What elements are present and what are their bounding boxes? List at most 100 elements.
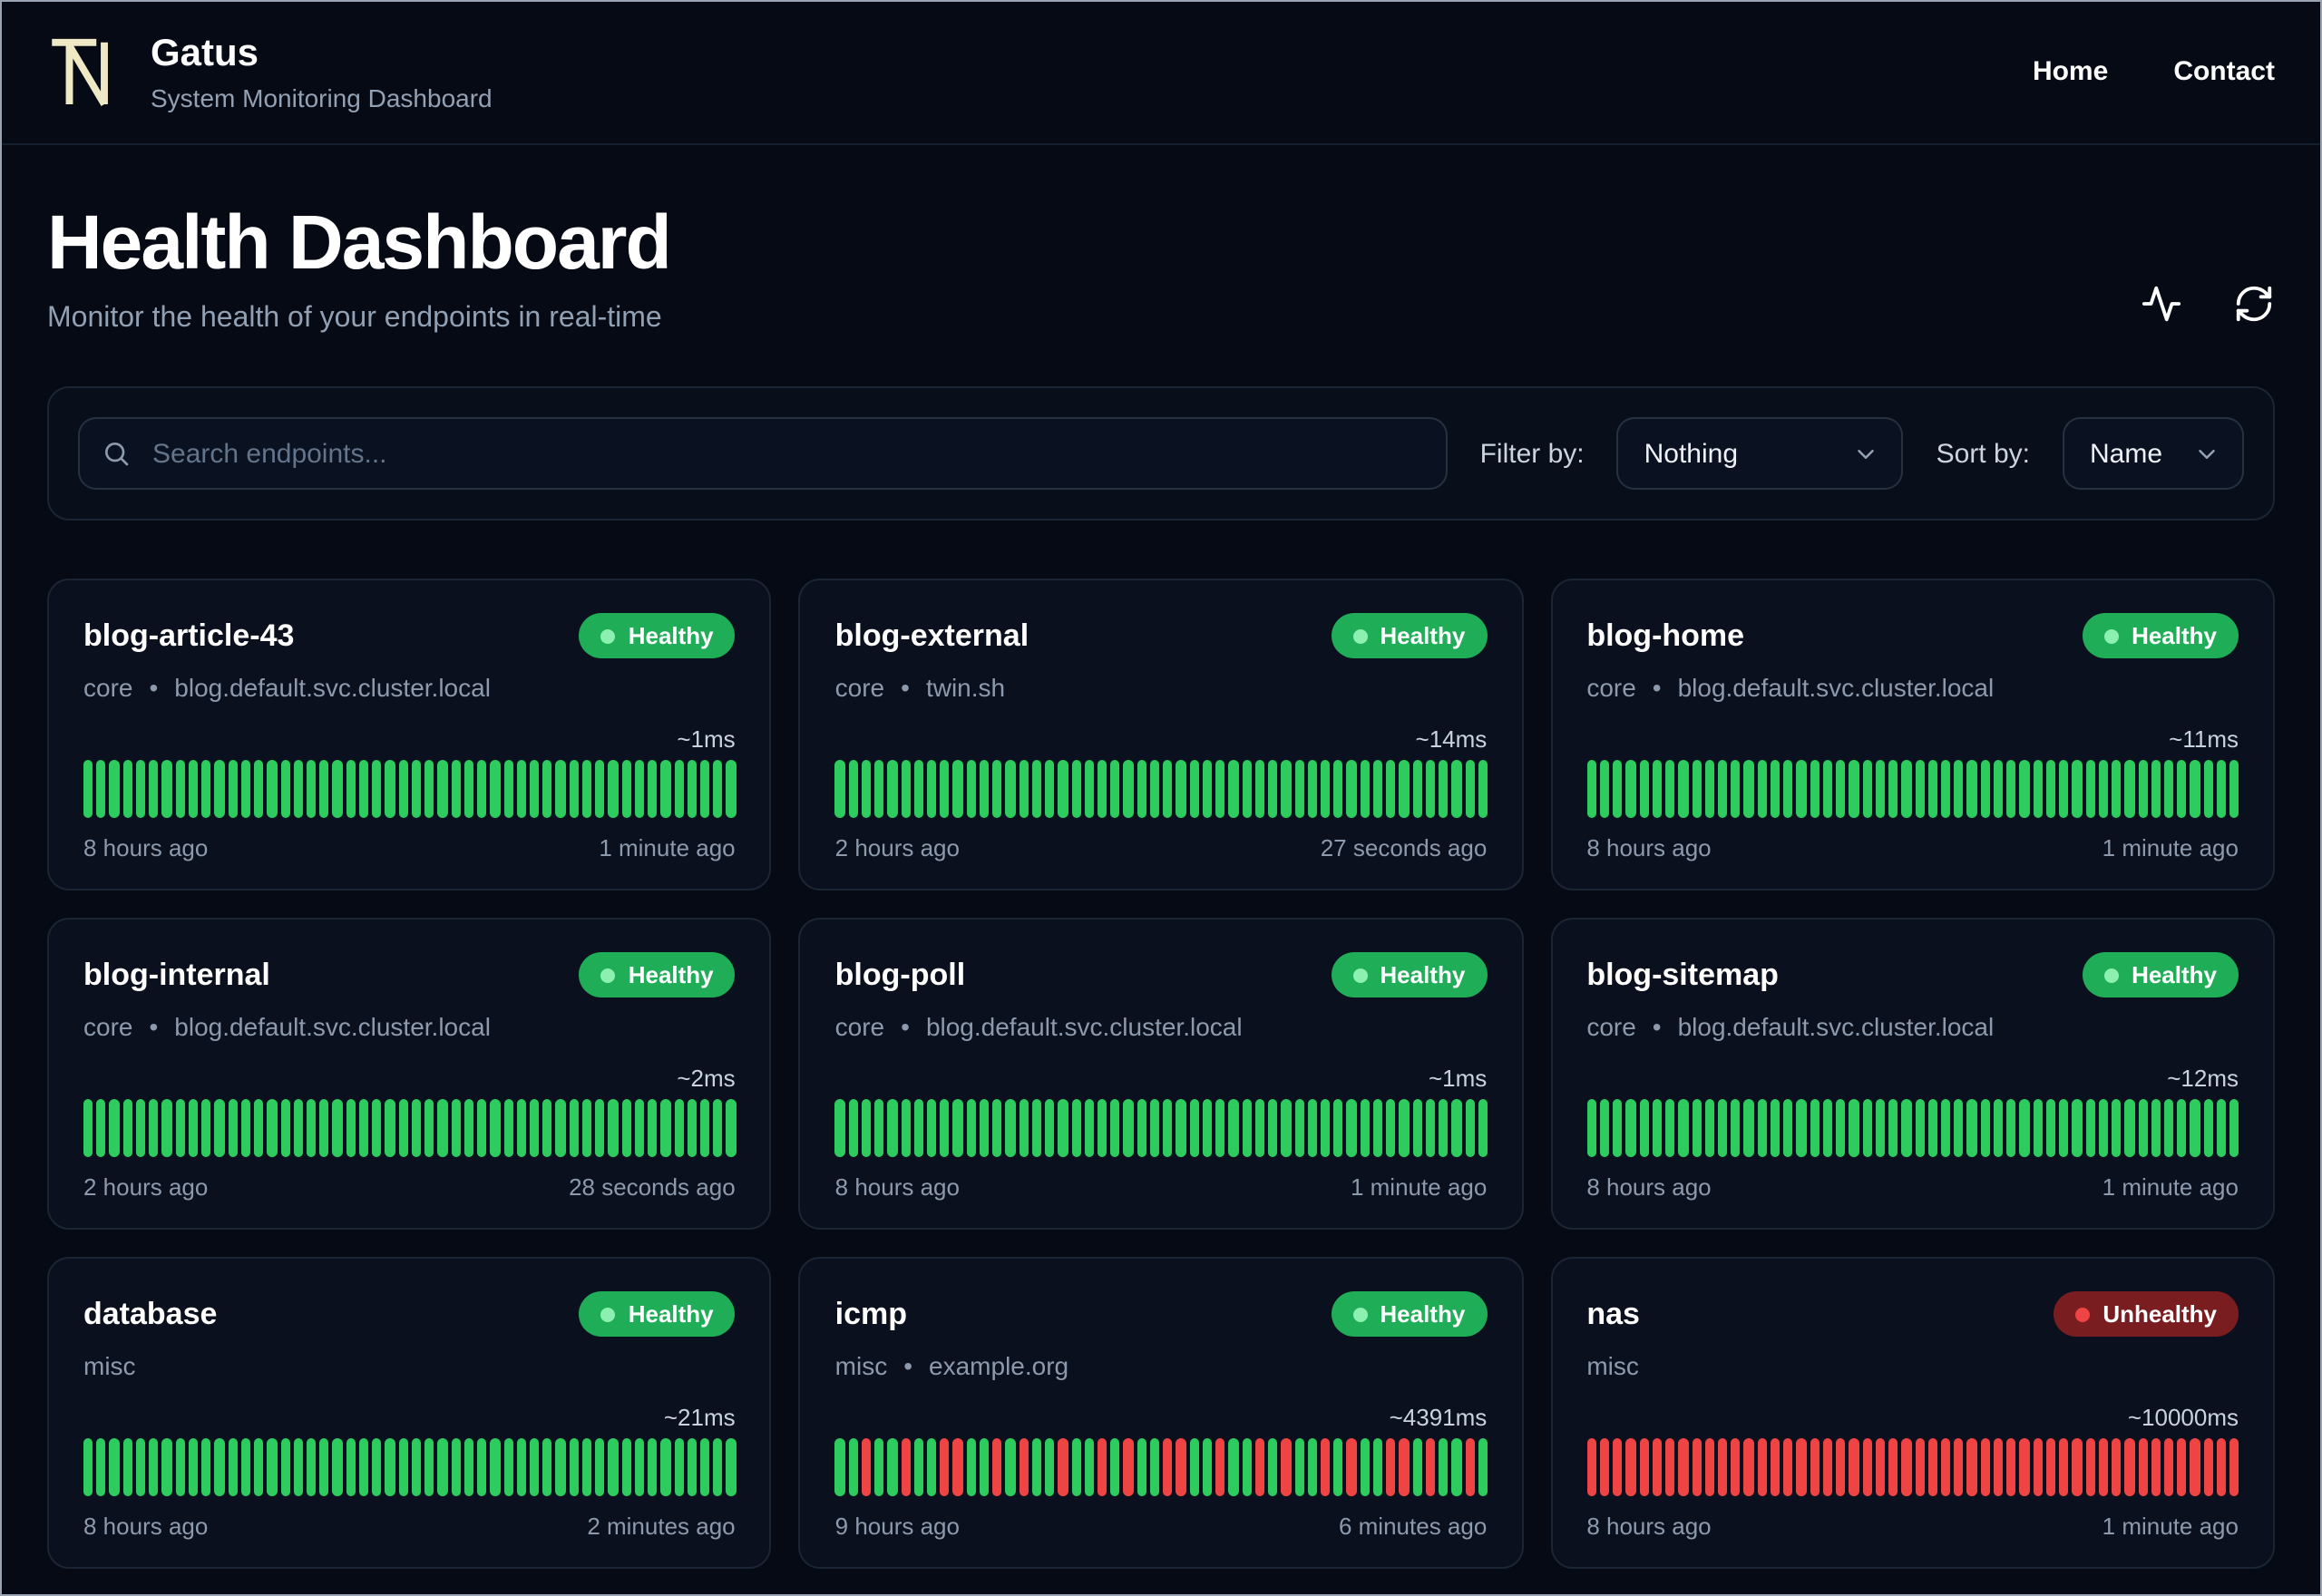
uptime-bar <box>1084 1438 1095 1497</box>
uptime-bar <box>516 760 526 819</box>
uptime-bar <box>1019 760 1029 819</box>
uptime-bar <box>1123 760 1134 819</box>
uptime-bar <box>2229 1438 2239 1497</box>
uptime-bar <box>2098 1099 2109 1158</box>
history-end-time: 1 minute ago <box>1350 1173 1488 1202</box>
uptime-bar <box>411 1099 422 1158</box>
endpoint-card[interactable]: database Healthy misc • ~21ms 8 hours ag… <box>47 1257 772 1570</box>
uptime-bar <box>1268 1438 1278 1497</box>
uptime-bar <box>542 1438 552 1497</box>
uptime-bar <box>1189 760 1199 819</box>
uptime-bar <box>109 1438 120 1497</box>
endpoint-card[interactable]: blog-poll Healthy core • blog.default.sv… <box>798 918 1524 1231</box>
uptime-bar <box>1451 1438 1462 1497</box>
uptime-bar <box>608 1438 619 1497</box>
endpoint-grid: blog-article-43 Healthy core • blog.defa… <box>47 579 2275 1570</box>
history-start-time: 2 hours ago <box>83 1173 209 1202</box>
endpoint-card[interactable]: blog-internal Healthy core • blog.defaul… <box>47 918 772 1231</box>
uptime-bar <box>1110 1099 1120 1158</box>
endpoint-card[interactable]: blog-external Healthy core • twin.sh ~14… <box>798 579 1524 891</box>
nav-link-home[interactable]: Home <box>2033 56 2108 87</box>
uptime-bar <box>319 1099 329 1158</box>
uptime-bar <box>1743 1438 1754 1497</box>
uptime-bar <box>1031 760 1042 819</box>
uptime-bar <box>621 1099 631 1158</box>
uptime-bar <box>1019 1438 1029 1497</box>
history-times: 8 hours ago 1 minute ago <box>1586 1173 2239 1201</box>
uptime-bar <box>940 1438 950 1497</box>
endpoint-name: blog-sitemap <box>1586 957 1779 992</box>
uptime-bar <box>1478 760 1488 819</box>
uptime-bar <box>477 1438 487 1497</box>
uptime-bar <box>648 1438 658 1497</box>
top-bar: Gatus System Monitoring Dashboard Home C… <box>0 0 2322 145</box>
history-start-time: 2 hours ago <box>834 834 960 862</box>
nav-link-contact[interactable]: Contact <box>2173 56 2275 87</box>
uptime-bar <box>913 1438 923 1497</box>
activity-icon[interactable] <box>2141 283 2182 325</box>
uptime-bar <box>2045 1438 2056 1497</box>
uptime-bar <box>1757 1099 1767 1158</box>
uptime-bar <box>713 1099 723 1158</box>
sort-select[interactable]: Name <box>2063 417 2244 491</box>
uptime-bar <box>1465 1099 1475 1158</box>
uptime-bar <box>2203 1099 2213 1158</box>
uptime-bar <box>1757 1438 1767 1497</box>
endpoint-card[interactable]: nas Unhealthy misc • ~10000ms 8 hours ag… <box>1550 1257 2275 1570</box>
meta-separator: • <box>149 1012 159 1042</box>
uptime-bar <box>1202 1099 1213 1158</box>
status-label: Healthy <box>2132 622 2217 650</box>
endpoint-card[interactable]: blog-article-43 Healthy core • blog.defa… <box>47 579 772 891</box>
uptime-bar <box>2203 1438 2213 1497</box>
uptime-bar <box>398 760 408 819</box>
uptime-bar <box>1862 1438 1872 1497</box>
uptime-bar <box>1412 1099 1422 1158</box>
uptime-bar <box>2229 1099 2239 1158</box>
brand-title: Gatus <box>151 32 259 73</box>
uptime-bar <box>1586 1099 1596 1158</box>
uptime-bar <box>358 1438 369 1497</box>
endpoint-group: misc <box>83 1351 136 1381</box>
meta-separator: • <box>149 673 159 703</box>
uptime-bar <box>385 1438 395 1497</box>
uptime-bar <box>608 1099 619 1158</box>
endpoint-card[interactable]: blog-sitemap Healthy core • blog.default… <box>1550 918 2275 1231</box>
uptime-bar <box>1386 1099 1396 1158</box>
endpoint-card[interactable]: blog-home Healthy core • blog.default.sv… <box>1550 579 2275 891</box>
uptime-bar <box>1980 1099 1990 1158</box>
uptime-bar <box>1031 1099 1042 1158</box>
uptime-bar <box>240 1438 251 1497</box>
endpoint-card[interactable]: icmp Healthy misc • example.org ~4391ms … <box>798 1257 1524 1570</box>
uptime-bar <box>2177 1099 2187 1158</box>
uptime-bar <box>411 760 422 819</box>
uptime-bar <box>1586 760 1596 819</box>
uptime-bar <box>1268 760 1278 819</box>
uptime-bar <box>228 1438 238 1497</box>
uptime-bar <box>1796 1438 1807 1497</box>
status-dot-icon <box>1352 628 1368 644</box>
uptime-bar <box>372 1438 382 1497</box>
uptime-bar <box>674 760 684 819</box>
uptime-bar <box>1704 1438 1714 1497</box>
refresh-icon[interactable] <box>2233 283 2275 325</box>
uptime-bar <box>424 1438 434 1497</box>
uptime-bar <box>372 1099 382 1158</box>
uptime-bar <box>332 1099 343 1158</box>
uptime-bar <box>713 760 723 819</box>
uptime-bar <box>1242 760 1252 819</box>
uptime-bar <box>2190 760 2200 819</box>
status-badge: Healthy <box>2083 613 2239 659</box>
endpoint-meta: core • blog.default.svc.cluster.local <box>1586 1012 2239 1041</box>
endpoint-group: core <box>1586 673 1636 703</box>
search-input[interactable] <box>78 417 1448 491</box>
history-times: 9 hours ago 6 minutes ago <box>835 1513 1488 1540</box>
uptime-bar <box>83 1438 93 1497</box>
uptime-bar <box>992 1438 1002 1497</box>
uptime-bar <box>1639 1099 1649 1158</box>
uptime-bar <box>1743 760 1754 819</box>
filter-select[interactable]: Nothing <box>1616 417 1904 491</box>
uptime-bar <box>1770 1099 1781 1158</box>
uptime-bar <box>848 760 858 819</box>
uptime-bar <box>1678 1438 1689 1497</box>
uptime-bar <box>1163 1438 1173 1497</box>
